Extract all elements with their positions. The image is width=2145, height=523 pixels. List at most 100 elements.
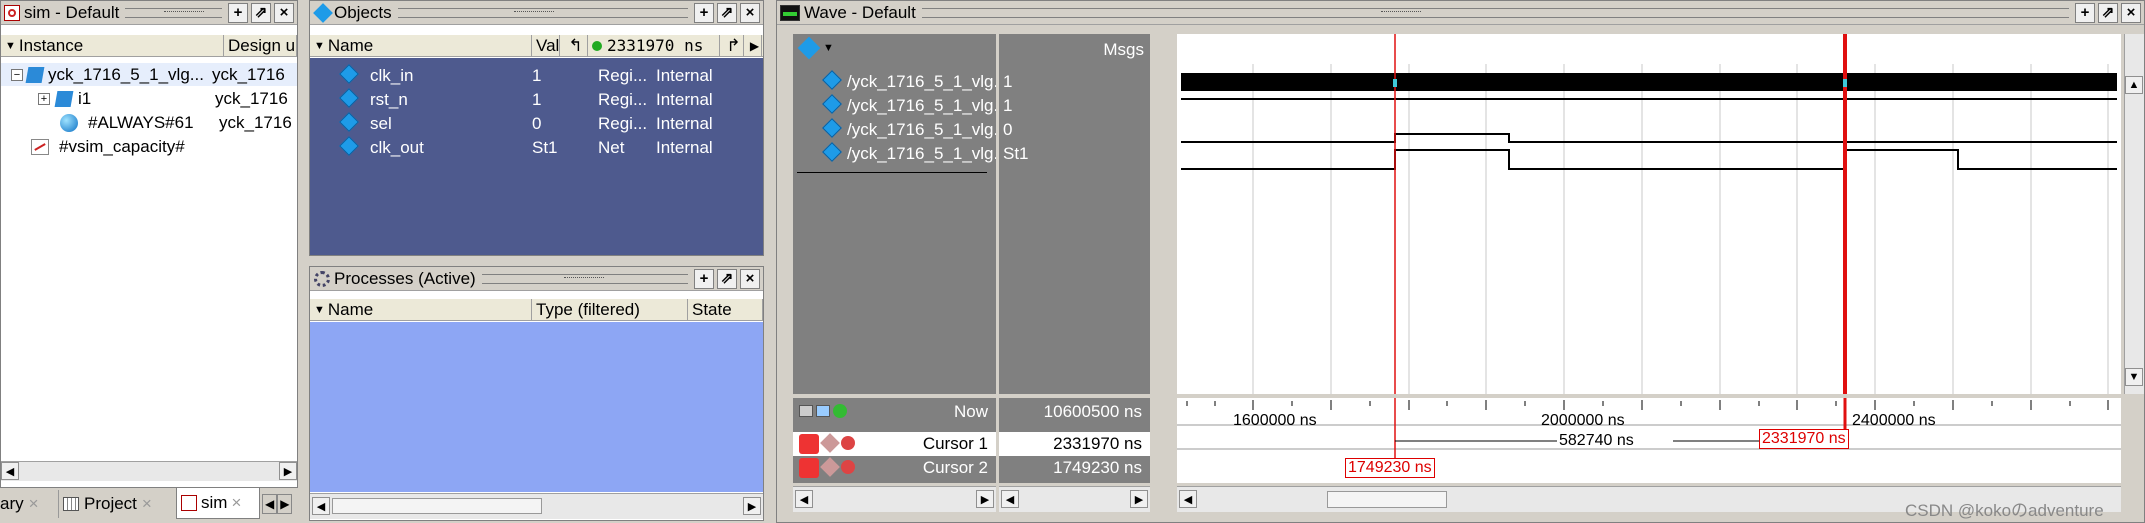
tab-scroll[interactable]: ◀ ▶ [262, 494, 294, 514]
processes-panel: Processes (Active) + ⇗ × ▼ Name Type (fil… [309, 266, 764, 521]
wave-vscroll[interactable]: ▲ ▼ [2124, 34, 2144, 394]
undock-icon[interactable]: ⇗ [2098, 2, 2118, 23]
col-name[interactable]: ▼ Name [310, 35, 532, 56]
tree-row-i1[interactable]: + i1 yck_1716 [1, 87, 297, 110]
time-axis[interactable]: 1600000 ns 2000000 ns 2400000 ns 582740 … [1177, 398, 2121, 483]
signal-icon [822, 69, 842, 90]
close-icon[interactable]: × [740, 268, 760, 289]
scroll-thumb[interactable] [332, 498, 542, 514]
expand-icon[interactable]: + [38, 92, 50, 105]
collapse-icon[interactable]: − [11, 68, 23, 81]
tab-prev-icon[interactable]: ◀ [262, 494, 278, 514]
close-icon[interactable]: × [29, 494, 39, 514]
col-instance[interactable]: ▼ Instance [1, 35, 224, 56]
scroll-left-icon[interactable]: ◀ [1, 462, 19, 480]
object-row[interactable]: sel 0 Regi... Internal [310, 111, 763, 135]
tree-row-top[interactable]: − yck_1716_5_1_vlg... yck_1716 [1, 63, 297, 86]
col-type[interactable]: Type (filtered) [532, 299, 688, 320]
dock-plus-icon[interactable]: + [2075, 2, 2095, 23]
scroll-right-icon[interactable]: ▶ [743, 497, 761, 515]
object-row[interactable]: rst_n 1 Regi... Internal [310, 87, 763, 111]
lock-icon[interactable] [799, 458, 819, 478]
tab-sim[interactable]: sim × [176, 488, 260, 519]
signal-icon [339, 87, 359, 108]
col-design-unit[interactable]: Design un [224, 35, 297, 56]
remove-cursor-icon[interactable] [841, 436, 855, 450]
remove-cursor-icon[interactable] [841, 460, 855, 474]
values-hscroll[interactable]: ◀ ▶ [999, 486, 1150, 512]
col-value[interactable]: Val [532, 35, 560, 56]
cursor-tools[interactable] [799, 402, 859, 420]
sim-hscroll[interactable]: ◀ ▶ [1, 461, 297, 481]
object-row[interactable]: clk_out St1 Net Internal [310, 135, 763, 159]
objects-titlebar[interactable]: Objects + ⇗ × [310, 1, 763, 25]
scroll-down-icon[interactable]: ▼ [2125, 368, 2143, 386]
wave-signal-row[interactable]: /yck_1716_5_1_vlg... [793, 93, 996, 117]
sim-header: ▼ Instance Design un [1, 35, 297, 57]
wave-panel: Wave - Default + ⇗ × ▼ /yck_1716_5_1_vlg… [776, 0, 2145, 523]
close-icon[interactable]: × [740, 2, 760, 23]
scroll-left-icon[interactable]: ◀ [1179, 490, 1197, 508]
wave-signal-row[interactable]: /yck_1716_5_1_vlg... [793, 69, 996, 93]
cursor2-row[interactable]: Cursor 2 [793, 456, 996, 480]
scroll-left-icon[interactable]: ◀ [312, 497, 330, 515]
wrench-icon[interactable] [820, 433, 840, 453]
tab-project[interactable]: Project × [58, 490, 168, 518]
dock-plus-icon[interactable]: + [694, 268, 714, 289]
scroll-right-icon[interactable]: ▶ [279, 462, 297, 480]
wave-titlebar[interactable]: Wave - Default + ⇗ × [777, 1, 2144, 25]
header-more-icon[interactable]: ▶ [744, 35, 762, 56]
add-cursor-icon[interactable] [799, 405, 813, 417]
time-axis-svg [1177, 398, 2121, 460]
gear-icon [314, 270, 330, 287]
insert-marker [797, 172, 987, 173]
insert-cursor-icon[interactable] [833, 404, 847, 418]
close-icon[interactable]: × [142, 494, 152, 514]
dock-plus-icon[interactable]: + [228, 2, 248, 23]
scroll-right-icon[interactable]: ▶ [1130, 490, 1148, 508]
scroll-left-icon[interactable]: ◀ [1001, 490, 1019, 508]
undock-icon[interactable]: ⇗ [717, 2, 737, 23]
scroll-thumb[interactable] [1327, 491, 1447, 508]
objects-drag-grip[interactable] [397, 7, 688, 18]
step-back-icon[interactable]: ↰ [560, 35, 588, 56]
processes-titlebar[interactable]: Processes (Active) + ⇗ × [310, 267, 763, 291]
scroll-left-icon[interactable]: ◀ [795, 490, 813, 508]
wave-signal-row[interactable]: /yck_1716_5_1_vlg... [793, 117, 996, 141]
scroll-right-icon[interactable]: ▶ [976, 490, 994, 508]
undock-icon[interactable]: ⇗ [251, 2, 271, 23]
processes-drag-grip[interactable] [481, 273, 688, 284]
sim-drag-grip[interactable] [125, 7, 222, 18]
scroll-up-icon[interactable]: ▲ [2125, 76, 2143, 94]
undock-icon[interactable]: ⇗ [717, 268, 737, 289]
tab-next-icon[interactable]: ▶ [277, 494, 293, 514]
edit-cursor-icon[interactable] [816, 405, 830, 417]
close-icon[interactable]: × [274, 2, 294, 23]
col-name[interactable]: ▼ Name [310, 299, 532, 320]
dock-plus-icon[interactable]: + [694, 2, 714, 23]
col-state[interactable]: State [688, 299, 763, 320]
lock-icon[interactable] [799, 434, 819, 454]
tab-library[interactable]: ary × [0, 490, 56, 518]
waveform-area[interactable] [1177, 34, 2121, 394]
msgs-label: Msgs [1103, 40, 1144, 59]
tree-row-always[interactable]: #ALWAYS#61 yck_1716 [1, 111, 297, 134]
tree-row-capacity[interactable]: #vsim_capacity# [1, 135, 297, 158]
dropdown-icon[interactable]: ▼ [823, 42, 834, 54]
cursor2-tag[interactable]: 1749230 ns [1345, 458, 1435, 478]
step-forward-icon[interactable]: ↱ [720, 35, 744, 56]
close-icon[interactable]: × [231, 493, 241, 513]
cursor1-tag[interactable]: 2331970 ns [1759, 429, 1849, 449]
sim-titlebar[interactable]: sim - Default + ⇗ × [1, 1, 297, 25]
names-hscroll[interactable]: ◀ ▶ [793, 486, 996, 512]
wrench-icon[interactable] [820, 457, 840, 477]
wave-drag-grip[interactable] [921, 7, 2069, 18]
close-icon[interactable]: × [2121, 2, 2141, 23]
processes-hscroll[interactable]: ◀ ▶ [310, 493, 763, 519]
cursor1-value-cell[interactable]: 2331970 ns [999, 432, 1150, 456]
wave-value: 1 [1003, 95, 1013, 115]
cursor1-row[interactable]: Cursor 1 [793, 432, 996, 456]
wave-signal-row[interactable]: /yck_1716_5_1_vlg... [793, 141, 996, 165]
object-row[interactable]: clk_in 1 Regi... Internal [310, 63, 763, 87]
wave-names-header[interactable]: ▼ [793, 34, 996, 62]
